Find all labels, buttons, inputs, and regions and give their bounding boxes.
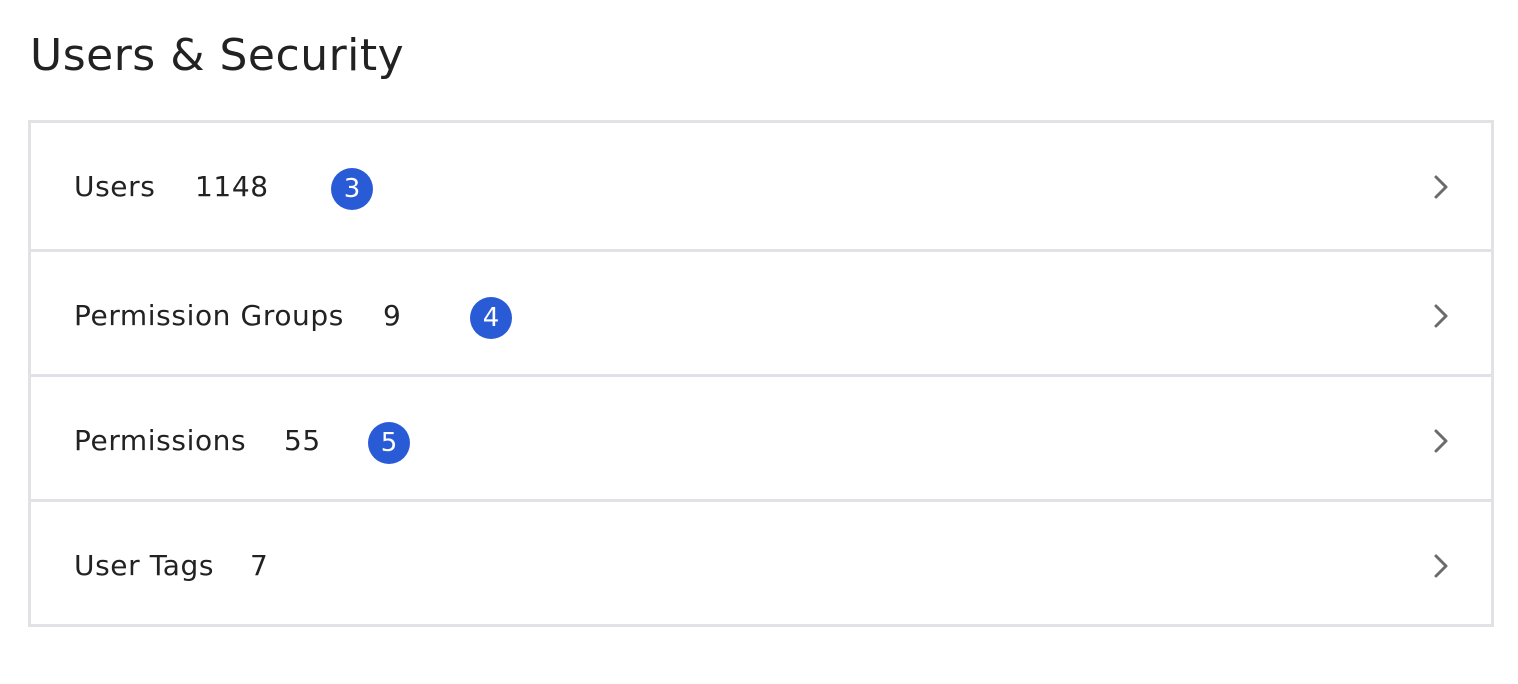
page-title: Users & Security [30,30,405,81]
annotation-badge: 3 [331,168,373,210]
list-item-users[interactable]: Users 1148 3 [31,123,1491,249]
list-item-user-tags[interactable]: User Tags 7 [31,499,1491,624]
chevron-right-icon [1429,427,1453,455]
list-item-count: 9 [383,299,402,332]
chevron-right-icon [1429,302,1453,330]
list-item-count: 7 [250,549,269,582]
chevron-right-icon [1429,173,1453,201]
list-item-count: 55 [284,424,321,457]
annotation-badge: 4 [470,297,512,339]
annotation-badge: 5 [368,422,410,464]
chevron-right-icon [1429,552,1453,580]
list-item-label: Permissions [74,424,247,457]
list-item-label: Users [74,170,156,203]
list-item-label: Permission Groups [74,299,344,332]
list-item-label: User Tags [74,549,215,582]
list-item-count: 1148 [195,170,269,203]
list-item-permission-groups[interactable]: Permission Groups 9 4 [31,249,1491,374]
users-security-list: Users 1148 3 Permission Groups 9 4 Permi… [28,120,1494,627]
list-item-permissions[interactable]: Permissions 55 5 [31,374,1491,499]
